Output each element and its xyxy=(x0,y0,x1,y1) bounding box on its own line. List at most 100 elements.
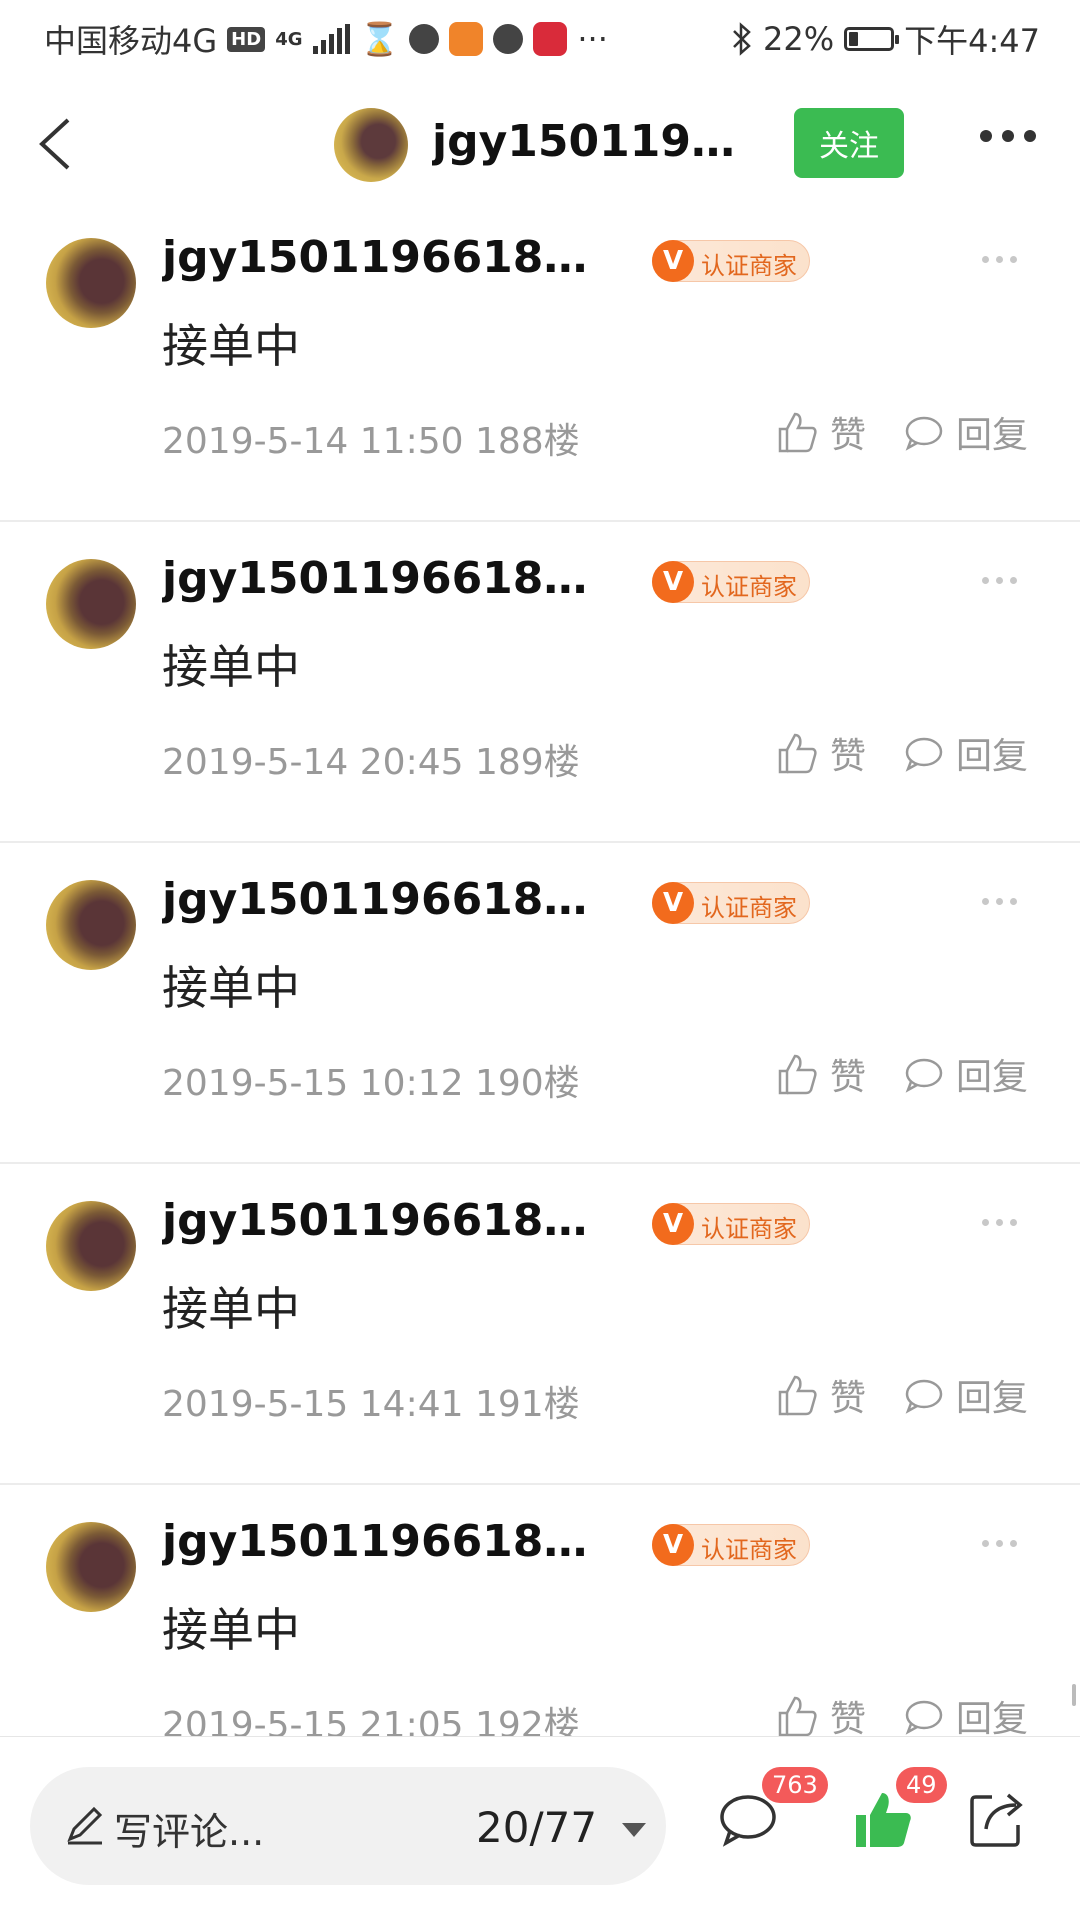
thumbs-up-icon xyxy=(778,1375,817,1416)
battery-icon xyxy=(844,27,900,51)
like-label: 赞 xyxy=(830,1057,867,1098)
reply-label: 回复 xyxy=(956,1057,1029,1098)
thumbs-up-icon xyxy=(778,1696,817,1737)
badge-label: 认证商家 xyxy=(701,1536,797,1564)
comment-bubble-icon xyxy=(905,737,943,772)
post-author[interactable]: jgy15011966188 (... xyxy=(162,232,602,283)
post-content: 接单中 xyxy=(162,640,300,694)
bluetooth-icon xyxy=(733,22,751,56)
bottom-bar: 写评论... 20/77 763 49 xyxy=(0,1736,1080,1921)
post-item[interactable]: jgy15011966188 (... V 认证商家 接单中 2019-5-14… xyxy=(0,523,1080,843)
v-icon: V xyxy=(652,1524,694,1566)
post-meta: 2019-5-14 11:50 188楼 xyxy=(162,421,580,462)
wechat-icon xyxy=(409,24,440,54)
more-icon[interactable] xyxy=(982,1540,1017,1547)
comment-input[interactable]: 写评论... 20/77 xyxy=(30,1767,666,1885)
post-author[interactable]: jgy15011966188 (... xyxy=(162,553,602,604)
post-author[interactable]: jgy15011966188 (... xyxy=(162,874,602,925)
more-notifications-icon: ··· xyxy=(577,20,608,58)
post-author[interactable]: jgy15011966188 (... xyxy=(162,1195,602,1246)
post-item[interactable]: jgy15011966188 (... V 认证商家 接单中 2019-5-15… xyxy=(0,844,1080,1164)
signal-icon xyxy=(312,24,350,54)
battery-percent: 22% xyxy=(763,20,835,58)
reply-button[interactable]: 回复 xyxy=(902,727,1028,779)
comment-bubble-icon xyxy=(905,1700,943,1735)
like-label: 赞 xyxy=(830,1378,867,1419)
orange-app-icon xyxy=(449,22,484,56)
more-icon[interactable] xyxy=(980,130,1036,142)
like-label: 赞 xyxy=(830,415,867,456)
like-button[interactable]: 赞 xyxy=(776,727,866,779)
thumbs-up-icon xyxy=(778,412,817,453)
status-bar: 中国移动4G HD 4G ⌛ ··· 22% 下午4:47 xyxy=(0,0,1080,78)
share-icon[interactable] xyxy=(964,1787,1028,1851)
like-button[interactable]: 赞 xyxy=(776,406,866,458)
post-item[interactable]: jgy15011966188 (... V 认证商家 接单中 2019-5-14… xyxy=(0,202,1080,522)
page-indicator[interactable]: 20/77 xyxy=(476,1803,597,1852)
avatar[interactable] xyxy=(46,238,136,328)
reply-label: 回复 xyxy=(956,1699,1029,1740)
header-avatar[interactable] xyxy=(334,108,408,182)
verified-merchant-badge: V 认证商家 xyxy=(652,240,810,282)
post-meta: 2019-5-15 10:12 190楼 xyxy=(162,1063,580,1104)
comment-bubble-icon xyxy=(905,1058,943,1093)
like-count-badge: 49 xyxy=(896,1767,947,1803)
badge-label: 认证商家 xyxy=(701,573,797,601)
carrier-label: 中国移动4G xyxy=(44,22,218,60)
status-right: 22% 下午4:47 xyxy=(731,16,1040,62)
comment-bubble-icon xyxy=(905,1379,943,1414)
dropdown-arrow-icon[interactable] xyxy=(622,1823,646,1837)
v-icon: V xyxy=(652,240,694,282)
reply-button[interactable]: 回复 xyxy=(902,406,1028,458)
verified-merchant-badge: V 认证商家 xyxy=(652,1524,810,1566)
verified-merchant-badge: V 认证商家 xyxy=(652,1203,810,1245)
vmall-icon xyxy=(533,22,568,56)
badge-label: 认证商家 xyxy=(701,252,797,280)
post-content: 接单中 xyxy=(162,1603,300,1657)
more-icon[interactable] xyxy=(982,577,1017,584)
avatar[interactable] xyxy=(46,559,136,649)
post-item[interactable]: jgy15011966188 (... V 认证商家 接单中 2019-5-15… xyxy=(0,1165,1080,1485)
thumbs-up-icon xyxy=(778,733,817,774)
badge-label: 认证商家 xyxy=(701,894,797,922)
more-icon[interactable] xyxy=(982,898,1017,905)
like-label: 赞 xyxy=(830,736,867,777)
post-content: 接单中 xyxy=(162,1282,300,1336)
v-icon: V xyxy=(652,882,694,924)
status-left: 中国移动4G HD 4G ⌛ ··· xyxy=(44,16,608,62)
reply-button[interactable]: 回复 xyxy=(902,1048,1028,1100)
thumbs-up-icon xyxy=(778,1054,817,1095)
follow-button[interactable]: 关注 xyxy=(794,108,904,178)
more-icon[interactable] xyxy=(982,256,1017,263)
scrollbar[interactable] xyxy=(1072,1684,1076,1706)
more-icon[interactable] xyxy=(982,1219,1017,1226)
like-label: 赞 xyxy=(830,1699,867,1740)
post-meta: 2019-5-15 14:41 191楼 xyxy=(162,1384,580,1425)
badge-label: 认证商家 xyxy=(701,1215,797,1243)
reply-button[interactable]: 回复 xyxy=(902,1369,1028,1421)
post-content: 接单中 xyxy=(162,319,300,373)
verified-merchant-badge: V 认证商家 xyxy=(652,882,810,924)
v-icon: V xyxy=(652,1203,694,1245)
message-icon xyxy=(493,24,524,54)
hd-icon: HD xyxy=(227,26,266,52)
header-username[interactable]: jgy15011966... xyxy=(432,116,742,167)
post-author[interactable]: jgy15011966188 (... xyxy=(162,1516,602,1567)
comment-count-badge: 763 xyxy=(762,1767,828,1803)
like-button[interactable]: 赞 xyxy=(776,1048,866,1100)
reply-label: 回复 xyxy=(956,415,1029,456)
avatar[interactable] xyxy=(46,1201,136,1291)
like-button[interactable]: 赞 xyxy=(776,1690,866,1742)
hourglass-icon: ⌛ xyxy=(359,20,400,58)
post-meta: 2019-5-14 20:45 189楼 xyxy=(162,742,580,783)
back-arrow-icon[interactable] xyxy=(28,114,88,174)
avatar[interactable] xyxy=(46,880,136,970)
pen-icon xyxy=(67,1806,103,1845)
reply-label: 回复 xyxy=(956,1378,1029,1419)
clock: 下午4:47 xyxy=(904,22,1040,60)
avatar[interactable] xyxy=(46,1522,136,1612)
like-button[interactable]: 赞 xyxy=(776,1369,866,1421)
comment-bubble-icon xyxy=(905,416,943,451)
reply-button[interactable]: 回复 xyxy=(902,1690,1028,1742)
reply-label: 回复 xyxy=(956,736,1029,777)
